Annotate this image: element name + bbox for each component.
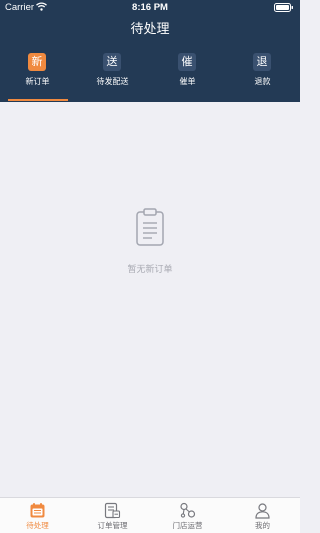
refund-badge-icon: 退 [253, 53, 271, 71]
tab-reminders[interactable]: 催 催单 [150, 50, 225, 102]
reminder-badge-icon: 催 [178, 53, 196, 71]
calendar-icon [30, 503, 45, 518]
tabbar-item-orders[interactable]: 订单管理 [75, 498, 150, 533]
tabbar-label: 门店运营 [172, 521, 203, 530]
battery-icon [274, 3, 293, 12]
empty-state-text: 暂无新订单 [127, 265, 173, 275]
profile-icon [255, 503, 270, 519]
header: Carrier 8:16 PM 待处理 新 新订单 送 待发配送 催 催单 退 … [0, 0, 300, 102]
tab-label: 新订单 [25, 77, 50, 86]
app-screen: Carrier 8:16 PM 待处理 新 新订单 送 待发配送 催 催单 退 … [0, 0, 300, 533]
tab-new-orders[interactable]: 新 新订单 [0, 50, 75, 102]
tab-label: 待发配送 [96, 77, 129, 86]
status-bar: Carrier 8:16 PM [0, 0, 300, 16]
order-tabs: 新 新订单 送 待发配送 催 催单 退 退款 [0, 50, 300, 102]
tab-refunds[interactable]: 退 退款 [225, 50, 300, 102]
tabbar-label: 我的 [255, 521, 270, 530]
tab-label: 退款 [254, 77, 271, 86]
order-list-icon [104, 502, 121, 519]
new-badge-icon: 新 [28, 53, 46, 71]
status-time: 8:16 PM [132, 2, 168, 13]
delivery-badge-icon: 送 [103, 53, 121, 71]
tabbar-item-store-operations[interactable]: 门店运营 [150, 498, 225, 533]
tabbar-item-pending[interactable]: 待处理 [0, 498, 75, 533]
store-operations-icon [180, 502, 196, 518]
tabbar-label: 订单管理 [97, 521, 128, 530]
bottom-tab-bar: 待处理 订单管理 门店运营 我的 [0, 497, 300, 533]
tab-pending-delivery[interactable]: 送 待发配送 [75, 50, 150, 102]
page-title: 待处理 [130, 22, 170, 37]
active-tab-indicator [8, 99, 68, 101]
tab-label: 催单 [179, 77, 196, 86]
clipboard-icon [136, 208, 164, 246]
tabbar-item-profile[interactable]: 我的 [225, 498, 300, 533]
tabbar-label: 待处理 [26, 521, 49, 530]
